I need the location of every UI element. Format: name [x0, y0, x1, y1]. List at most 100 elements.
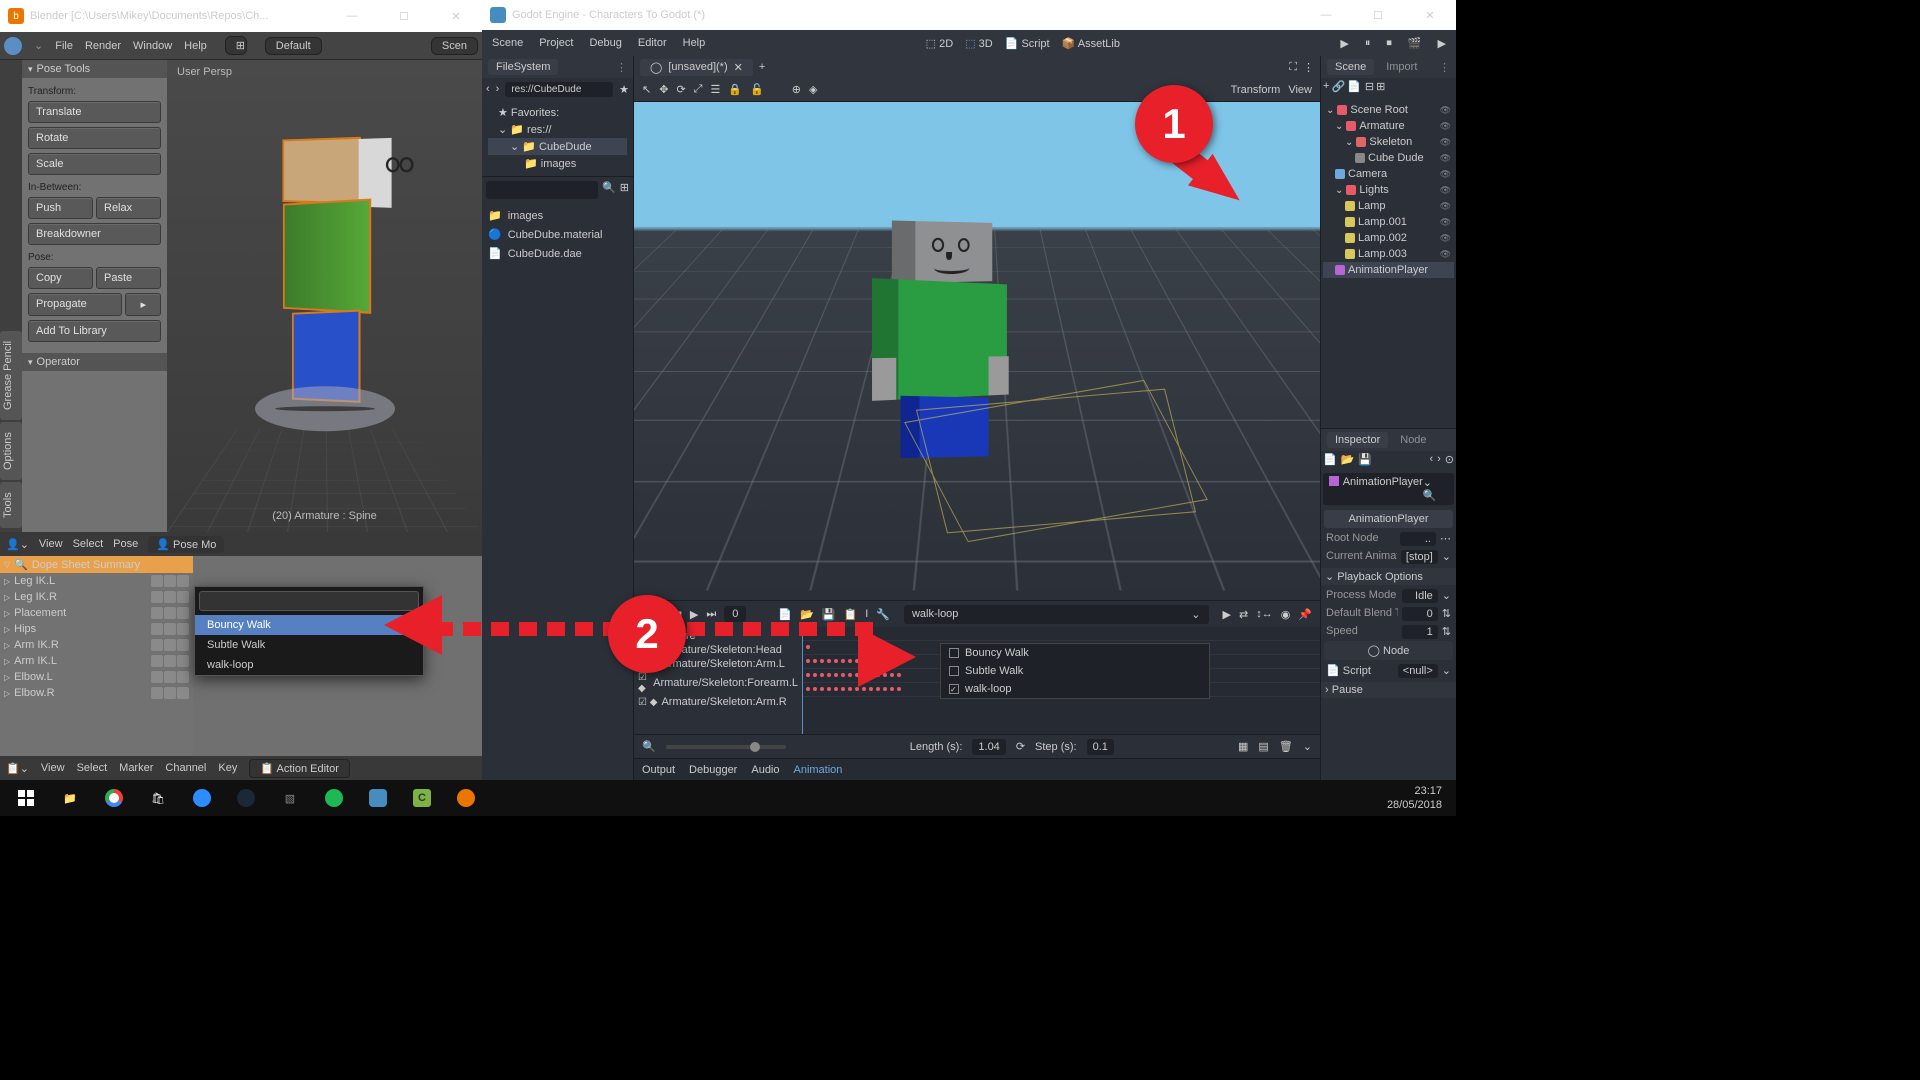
minimize-button[interactable]: — — [334, 10, 370, 23]
menu-select-2[interactable]: Select — [77, 762, 108, 774]
anim-item-subtle[interactable]: Subtle Walk — [941, 662, 1209, 680]
new-tab-button[interactable]: + — [759, 61, 765, 73]
val-process-mode[interactable]: Idle — [1402, 589, 1438, 603]
expand-icon[interactable]: ⛶ — [1289, 61, 1297, 74]
link-icon[interactable]: 🔗 — [1331, 80, 1345, 98]
insp-tool-3[interactable]: 💾 — [1358, 453, 1372, 469]
node-skeleton[interactable]: ⌄Skeleton👁 — [1323, 134, 1454, 150]
fs-search-input[interactable] — [486, 181, 598, 199]
channel-arm-ik-l[interactable]: ▷Arm IK.L — [0, 653, 193, 669]
favorites-node[interactable]: ★ Favorites: — [488, 104, 627, 121]
folder-images[interactable]: 📁 images — [488, 155, 627, 172]
scale-tool-icon[interactable]: ⤢ — [694, 83, 703, 96]
insp-hist[interactable]: ⊙ — [1445, 453, 1454, 469]
node-lamp2[interactable]: Lamp.002👁 — [1323, 230, 1454, 246]
import-dock-tab[interactable]: Import — [1380, 61, 1423, 73]
menu-help-g[interactable]: Help — [683, 37, 706, 49]
ft-icon-2[interactable]: ▤ — [1258, 740, 1268, 753]
object-selector[interactable]: AnimationPlayer⌄ 🔍 — [1323, 473, 1454, 505]
insp-tool-1[interactable]: 📄 — [1323, 453, 1337, 469]
rotate-button[interactable]: Rotate — [28, 127, 161, 149]
channel-hips[interactable]: ▷Hips — [0, 621, 193, 637]
nav-fwd-icon[interactable]: › — [496, 83, 500, 95]
node-lamp3[interactable]: Lamp.003👁 — [1323, 246, 1454, 262]
channel-elbow-l[interactable]: ▷Elbow.L — [0, 669, 193, 685]
steam-icon[interactable] — [226, 783, 266, 813]
node-section[interactable]: ◯ Node — [1324, 641, 1453, 660]
menu-debug[interactable]: Debug — [589, 37, 621, 49]
anim-last-icon[interactable]: ⏭ — [706, 608, 716, 621]
close-button[interactable]: ✕ — [438, 10, 474, 23]
windows-taskbar[interactable]: 📁 🛍 ▧ C 23:1728/05/2018 — [0, 780, 1456, 816]
header-icon[interactable]: 👤⌄ — [6, 538, 29, 551]
val-speed[interactable]: 1 — [1402, 625, 1438, 639]
scene-dock-tab[interactable]: Scene — [1327, 59, 1374, 75]
anim-new-icon[interactable]: 📄 — [778, 608, 792, 621]
blender-3d-viewport[interactable]: User Persp (20) Armature : Spine — [167, 60, 482, 532]
anim-play-icon[interactable]: ▶ — [690, 608, 698, 621]
paste-button[interactable]: Paste — [96, 267, 161, 289]
menu-scene[interactable]: Scene — [492, 37, 523, 49]
anim-item-walk[interactable]: walk-loop — [941, 680, 1209, 698]
anim-tool-icon[interactable]: 🔧 — [876, 608, 890, 621]
menu-pose[interactable]: Pose — [113, 538, 138, 550]
filesystem-tree[interactable]: ★ Favorites: ⌄ 📁 res:// ⌄ 📁 CubeDude 📁 i… — [482, 100, 633, 176]
zoom-icon[interactable]: 🔍 — [642, 740, 656, 753]
pin-icon[interactable]: 📌 — [1298, 608, 1312, 621]
anim-dup-icon[interactable]: 📋 — [843, 608, 857, 621]
favorite-icon[interactable]: ★ — [619, 83, 629, 96]
tool-icon[interactable]: ↕↔ — [1256, 608, 1273, 620]
menu-project[interactable]: Project — [539, 37, 573, 49]
menu-key[interactable]: Key — [218, 762, 237, 774]
menu-editor[interactable]: Editor — [638, 37, 667, 49]
lock-icon[interactable]: 🔒 — [728, 83, 742, 96]
anim-item-bouncy[interactable]: Bouncy Walk — [941, 644, 1209, 662]
scale-button[interactable]: Scale — [28, 153, 161, 175]
filesystem-tab[interactable]: FileSystem — [488, 59, 558, 75]
tab-animation[interactable]: Animation — [794, 764, 843, 776]
action-walk-loop[interactable]: walk-loop — [195, 655, 423, 675]
breakdowner-button[interactable]: Breakdowner — [28, 223, 161, 245]
file-dae[interactable]: 📄 CubeDude.dae — [488, 247, 627, 260]
dock-options-icon[interactable]: ⋮ — [616, 61, 627, 74]
pause-section[interactable]: › Pause — [1321, 682, 1456, 698]
tab-grease-pencil[interactable]: Grease Pencil — [0, 331, 22, 420]
loop-icon[interactable]: ⟳ — [1016, 740, 1025, 753]
blender-info-icon[interactable] — [4, 37, 22, 55]
scene-tab-unsaved[interactable]: ◯ [unsaved](*) ✕ — [640, 59, 753, 76]
menu-channel[interactable]: Channel — [165, 762, 206, 774]
ft-icon-3[interactable]: 🗑 — [1279, 740, 1293, 753]
explorer-icon[interactable]: 📁 — [50, 783, 90, 813]
track-arm-r[interactable]: ☑ ◆ Armature/Skeleton:Arm.R — [638, 695, 798, 709]
channel-leg-ik-r[interactable]: ▷Leg IK.R — [0, 589, 193, 605]
dopesheet-graph[interactable]: Bouncy Walk Subtle Walk walk-loop — [193, 556, 482, 756]
insp-fwd[interactable]: › — [1437, 453, 1441, 469]
node-armature[interactable]: ⌄Armature👁 — [1323, 118, 1454, 134]
val-script[interactable]: <null> — [1398, 664, 1438, 678]
node-animationplayer[interactable]: AnimationPlayer — [1323, 262, 1454, 278]
val-current-anim[interactable]: [stop] — [1401, 550, 1438, 564]
unlock-icon[interactable]: 🔓 — [750, 83, 764, 96]
maximize-button[interactable]: ☐ — [386, 10, 422, 23]
anim-save-icon[interactable]: 💾 — [822, 608, 836, 621]
onion-icon[interactable]: ◉ — [1281, 608, 1291, 621]
relax-button[interactable]: Relax — [96, 197, 161, 219]
move-tool-icon[interactable]: ✥ — [659, 83, 668, 96]
menu-window[interactable]: Window — [133, 40, 172, 52]
copy-button[interactable]: Copy — [28, 267, 93, 289]
tool-tabs[interactable]: Tools Options Grease Pencil — [0, 60, 22, 532]
mode-selector[interactable]: 👤 Pose Mo — [148, 536, 224, 553]
mode-script[interactable]: 📄 Script — [1005, 37, 1050, 50]
node-lights[interactable]: ⌄Lights👁 — [1323, 182, 1454, 198]
godot-titlebar[interactable]: Godot Engine - Characters To Godot (*) —… — [482, 0, 1456, 30]
expand-icon-2[interactable]: ⊞ — [1376, 80, 1385, 98]
mode-3d[interactable]: ⬚ 3D — [965, 37, 993, 50]
length-field[interactable]: 1.04 — [972, 739, 1005, 755]
snap-icon[interactable]: ⊕ — [792, 83, 801, 96]
propagate-button[interactable]: Propagate — [28, 293, 122, 316]
animation-selector[interactable]: walk-loop ⌄ — [904, 605, 1209, 624]
anim-rename-icon[interactable]: I — [865, 608, 868, 620]
channel-elbow-r[interactable]: ▷Elbow.R — [0, 685, 193, 701]
file-material[interactable]: 🔵 CubeDube.material — [488, 228, 627, 241]
insp-tool-2[interactable]: 📂 — [1341, 453, 1355, 469]
